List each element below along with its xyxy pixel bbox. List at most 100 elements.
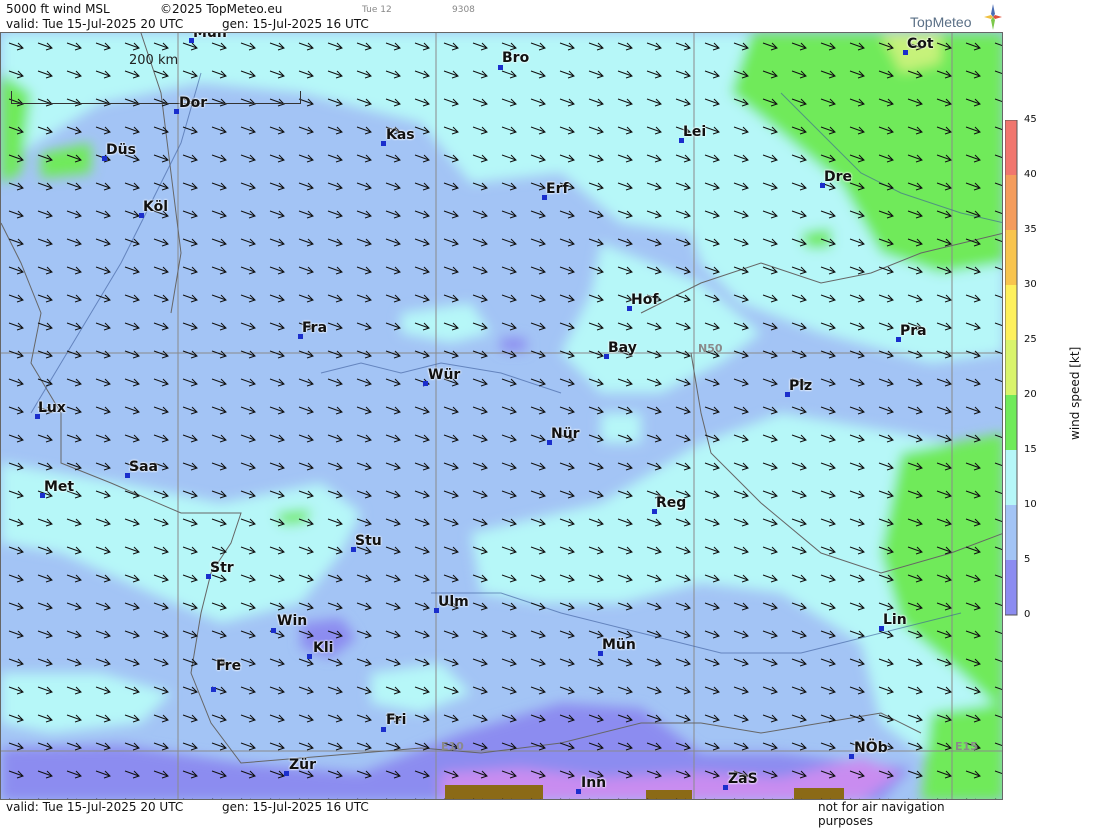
wind-arrow (240, 714, 256, 723)
wind-arrow (878, 378, 894, 387)
scale-bar (11, 91, 301, 104)
wind-arrow (762, 378, 778, 387)
wind-arrow (327, 126, 343, 135)
wind-arrow (153, 154, 169, 163)
city-label-dor[interactable]: Dor (179, 95, 207, 111)
topmeteo-logo[interactable]: TopMeteo (906, 4, 1002, 30)
wind-arrow (414, 210, 430, 219)
wind-arrow (588, 210, 604, 219)
wind-arrow (443, 294, 459, 303)
wind-arrow (182, 630, 198, 639)
city-label-mun-top[interactable]: Mün (193, 33, 227, 41)
city-label-nob[interactable]: NÖb (854, 740, 888, 756)
city-label-met[interactable]: Met (44, 479, 74, 495)
city-label-mun[interactable]: Mün (602, 637, 636, 653)
wind-arrow (791, 350, 807, 359)
city-label-wur[interactable]: Wür (428, 367, 460, 383)
wind-arrow (443, 518, 459, 527)
wind-arrow (530, 294, 546, 303)
city-label-inn[interactable]: Inn (581, 775, 606, 791)
city-label-win[interactable]: Win (277, 613, 307, 629)
wind-arrow (66, 378, 82, 387)
city-label-lei[interactable]: Lei (683, 124, 706, 140)
wind-arrow (240, 462, 256, 471)
city-label-nur[interactable]: Nür (551, 426, 580, 442)
wind-arrow (646, 658, 662, 667)
city-label-dus[interactable]: Düs (106, 142, 136, 158)
city-label-erf[interactable]: Erf (546, 181, 569, 197)
wind-arrow (8, 434, 24, 443)
city-label-fri[interactable]: Fri (386, 712, 406, 728)
wind-arrow (66, 182, 82, 191)
city-label-plz[interactable]: Plz (789, 378, 812, 394)
wind-arrow (327, 462, 343, 471)
wind-arrow (472, 658, 488, 667)
code-label: 9308 (452, 5, 475, 15)
wind-arrow (501, 294, 517, 303)
wind-arrow (472, 630, 488, 639)
wind-map[interactable]: 200 km N50 E10 E15 Mün Bro Cot Dor Kas L… (0, 32, 1003, 800)
wind-arrow (385, 546, 401, 555)
city-label-kli[interactable]: Kli (313, 640, 333, 656)
city-label-stu[interactable]: Stu (355, 533, 382, 549)
wind-arrow (385, 378, 401, 387)
wind-arrow (530, 350, 546, 359)
city-label-ulm[interactable]: Ulm (438, 594, 469, 610)
city-label-saa[interactable]: Saa (129, 459, 158, 475)
wind-arrow (559, 658, 575, 667)
city-label-lux[interactable]: Lux (38, 400, 66, 416)
wind-arrow (443, 630, 459, 639)
wind-arrow (356, 630, 372, 639)
wind-arrow (472, 266, 488, 275)
wind-arrow (269, 182, 285, 191)
city-label-fra[interactable]: Fra (302, 320, 327, 336)
wind-arrow (356, 350, 372, 359)
wind-arrow (298, 294, 314, 303)
wind-arrow (298, 378, 314, 387)
wind-arrow (95, 462, 111, 471)
wind-arrow (356, 238, 372, 247)
wind-arrow (414, 266, 430, 275)
wind-arrow (298, 462, 314, 471)
wind-arrow (211, 266, 227, 275)
city-label-dre[interactable]: Dre (824, 169, 852, 185)
wind-arrow (356, 686, 372, 695)
city-label-zas[interactable]: ZaS (728, 771, 758, 787)
city-label-str[interactable]: Str (210, 560, 234, 576)
wind-arrow (95, 182, 111, 191)
day-label: Tue 12 (362, 5, 392, 15)
city-label-reg[interactable]: Reg (656, 495, 686, 511)
city-label-kol[interactable]: Köl (143, 199, 168, 215)
city-label-kas[interactable]: Kas (386, 127, 415, 143)
wind-arrow (704, 714, 720, 723)
wind-arrow (907, 378, 923, 387)
wind-arrow (472, 686, 488, 695)
wind-arrow (617, 686, 633, 695)
city-label-zur[interactable]: Zür (289, 757, 316, 773)
wind-arrow (240, 238, 256, 247)
wind-arrow (443, 182, 459, 191)
wind-arrow (240, 266, 256, 275)
wind-arrow (559, 630, 575, 639)
wind-arrow (269, 434, 285, 443)
city-label-pra[interactable]: Pra (900, 323, 927, 339)
colorbar-tick-label: 20 (1024, 389, 1037, 400)
wind-arrow (269, 658, 285, 667)
city-label-hof[interactable]: Hof (631, 292, 658, 308)
city-label-lin[interactable]: Lin (883, 612, 907, 628)
wind-arrow (414, 462, 430, 471)
wind-arrow (936, 378, 952, 387)
wind-arrow (501, 266, 517, 275)
city-label-bay[interactable]: Bay (608, 340, 637, 356)
wind-arrow (559, 602, 575, 611)
wind-arrow (820, 350, 836, 359)
wind-speed-colorbar (1005, 120, 1018, 616)
colorbar-segment (1005, 285, 1017, 340)
wind-arrow (704, 630, 720, 639)
city-label-cot[interactable]: Cot (907, 36, 934, 52)
wind-arrow (385, 210, 401, 219)
wind-arrow (95, 602, 111, 611)
city-label-bro[interactable]: Bro (502, 50, 529, 66)
wind-arrow (443, 434, 459, 443)
city-label-fre[interactable]: Fre (216, 658, 241, 674)
